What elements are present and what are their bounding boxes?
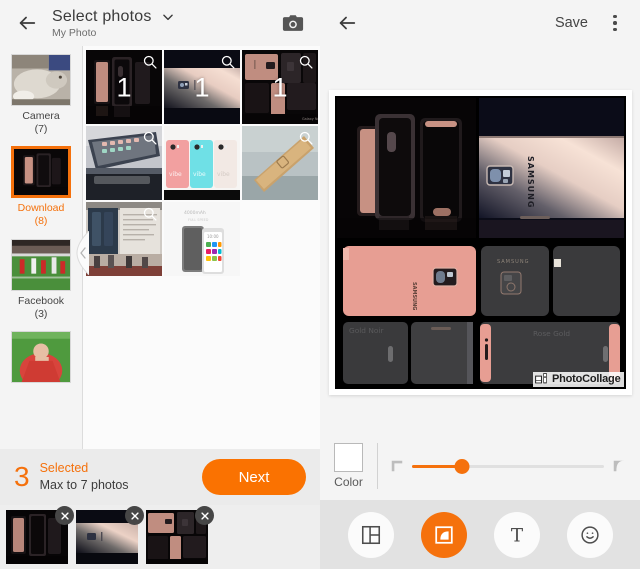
- corner-round-icon: [612, 459, 626, 473]
- svg-text:vibe: vibe: [193, 171, 206, 178]
- app-root: Select photos My Photo Camera (7) Downlo…: [0, 0, 640, 569]
- max-photos-label: Max to 7 photos: [39, 478, 129, 492]
- watermark-text: PhotoCollage: [552, 373, 621, 385]
- close-icon[interactable]: [55, 506, 74, 525]
- svg-text:FULL SPEED: FULL SPEED: [188, 218, 209, 222]
- album-item-camera[interactable]: Camera (7): [0, 54, 82, 136]
- back-arrow-icon[interactable]: [332, 8, 362, 38]
- album-thumbnail: [11, 238, 71, 291]
- selection-texts: Selected Max to 7 photos: [40, 460, 129, 494]
- corner-radius-slider[interactable]: [412, 457, 604, 475]
- album-count: (8): [34, 215, 48, 228]
- tool-sticker-button[interactable]: [566, 511, 613, 558]
- corner-square-icon: [390, 459, 404, 473]
- svg-text:SAMSUNG: SAMSUNG: [526, 156, 535, 208]
- photo-cell[interactable]: [86, 202, 162, 276]
- collage-canvas-area[interactable]: SAMSUNG SAMSUNG SAMSUNG Gold Noir Rose G…: [320, 46, 640, 432]
- svg-text:Rose Gold: Rose Gold: [533, 329, 570, 338]
- album-name: Facebook: [17, 294, 65, 307]
- collage-frame[interactable]: SAMSUNG SAMSUNG SAMSUNG Gold Noir Rose G…: [328, 89, 632, 395]
- selected-count: 3: [14, 461, 30, 492]
- magnify-icon[interactable]: [298, 54, 314, 70]
- magnify-icon[interactable]: [142, 54, 158, 70]
- tool-layout-button[interactable]: [347, 511, 394, 558]
- photo-grid-scroll[interactable]: 1 1 Galaxy N 1 vibe vibe vibe 4000mAh FU…: [82, 46, 320, 449]
- photo-selection-number: 1: [194, 72, 210, 103]
- magnify-icon[interactable]: [142, 206, 158, 222]
- photo-cell[interactable]: Galaxy Note 5 edge 1: [242, 50, 318, 124]
- collage-controls-row: Color: [320, 432, 640, 500]
- photo-cell[interactable]: vibe vibe vibe: [164, 126, 240, 200]
- svg-text:Gold Noir: Gold Noir: [349, 326, 384, 335]
- photo-cell[interactable]: [242, 126, 318, 200]
- photo-grid: 1 1 Galaxy N 1 vibe vibe vibe 4000mAh FU…: [86, 50, 318, 276]
- album-item-partial[interactable]: [0, 330, 82, 387]
- magnify-icon[interactable]: [142, 130, 158, 146]
- picker-body: Camera (7) Download (8) Facebook (3) 1 1…: [0, 46, 320, 449]
- svg-text:4000mAh: 4000mAh: [184, 210, 206, 216]
- back-arrow-icon[interactable]: [12, 8, 42, 38]
- album-sidebar[interactable]: Camera (7) Download (8) Facebook (3): [0, 46, 82, 449]
- kebab-menu-icon[interactable]: [602, 9, 628, 37]
- photo-picker-pane: Select photos My Photo Camera (7) Downlo…: [0, 0, 320, 569]
- camera-icon[interactable]: [278, 8, 308, 38]
- photo-cell[interactable]: 1: [86, 50, 162, 124]
- selected-thumb[interactable]: [146, 506, 214, 564]
- magnify-icon[interactable]: [220, 54, 236, 70]
- color-swatch[interactable]: [334, 443, 363, 472]
- photo-cell[interactable]: 1: [164, 50, 240, 124]
- album-item-download[interactable]: Download (8): [0, 146, 82, 228]
- selected-thumb[interactable]: [6, 506, 74, 564]
- close-icon[interactable]: [195, 506, 214, 525]
- selected-thumb[interactable]: [76, 506, 144, 564]
- selected-thumbnails-strip[interactable]: [0, 505, 320, 569]
- tool-text-button[interactable]: T: [493, 511, 540, 558]
- page-subtitle: My Photo: [52, 26, 97, 39]
- color-label: Color: [334, 475, 363, 489]
- color-picker-button[interactable]: Color: [334, 443, 363, 489]
- corner-radius-control: [390, 457, 626, 475]
- album-count: (3): [34, 307, 48, 320]
- album-name: Download: [17, 202, 65, 215]
- svg-text:vibe: vibe: [217, 171, 230, 178]
- save-button[interactable]: Save: [547, 9, 596, 37]
- album-item-facebook[interactable]: Facebook (3): [0, 238, 82, 321]
- editor-header: Save: [320, 0, 640, 46]
- controls-divider: [377, 443, 378, 489]
- next-button[interactable]: Next: [202, 459, 306, 495]
- svg-text:vibe: vibe: [169, 171, 182, 178]
- svg-text:T: T: [510, 525, 523, 546]
- album-count: (7): [34, 123, 48, 136]
- photo-cell[interactable]: [86, 126, 162, 200]
- photo-selection-number: 1: [116, 72, 132, 103]
- chevron-down-icon[interactable]: [161, 10, 175, 24]
- tool-border-button[interactable]: [420, 511, 467, 558]
- collage-content: SAMSUNG SAMSUNG SAMSUNG Gold Noir Rose G…: [334, 95, 626, 389]
- photo-selection-number: 1: [272, 72, 288, 103]
- photo-cell[interactable]: 4000mAh FULL SPEED 10:00: [164, 202, 240, 276]
- svg-text:Galaxy Note 5 edge: Galaxy Note 5 edge: [302, 117, 318, 121]
- collage-editor-pane: Save SAMSUNG SAMSUNG SAMSUNG Gold Noir R…: [320, 0, 640, 569]
- selection-summary-bar: 3 Selected Max to 7 photos Next: [0, 449, 320, 505]
- svg-text:SAMSUNG: SAMSUNG: [411, 282, 417, 310]
- sidebar-collapse-handle[interactable]: [76, 230, 90, 276]
- album-name: Camera: [22, 110, 60, 122]
- picker-title-block: Select photos My Photo: [52, 8, 175, 39]
- magnify-icon[interactable]: [298, 130, 314, 146]
- selected-label: Selected: [39, 461, 89, 476]
- photocollage-logo-icon: [535, 372, 547, 383]
- watermark: PhotoCollage: [533, 371, 624, 387]
- editor-toolbar: T: [320, 500, 640, 569]
- close-icon[interactable]: [125, 506, 144, 525]
- svg-text:SAMSUNG: SAMSUNG: [497, 259, 529, 265]
- album-thumbnail: [11, 146, 71, 199]
- picker-header: Select photos My Photo: [0, 0, 320, 46]
- page-title: Select photos: [52, 7, 152, 25]
- album-thumbnail: [11, 330, 71, 383]
- svg-text:10:00: 10:00: [207, 234, 219, 239]
- album-thumbnail: [11, 54, 71, 106]
- slider-knob[interactable]: [454, 458, 470, 474]
